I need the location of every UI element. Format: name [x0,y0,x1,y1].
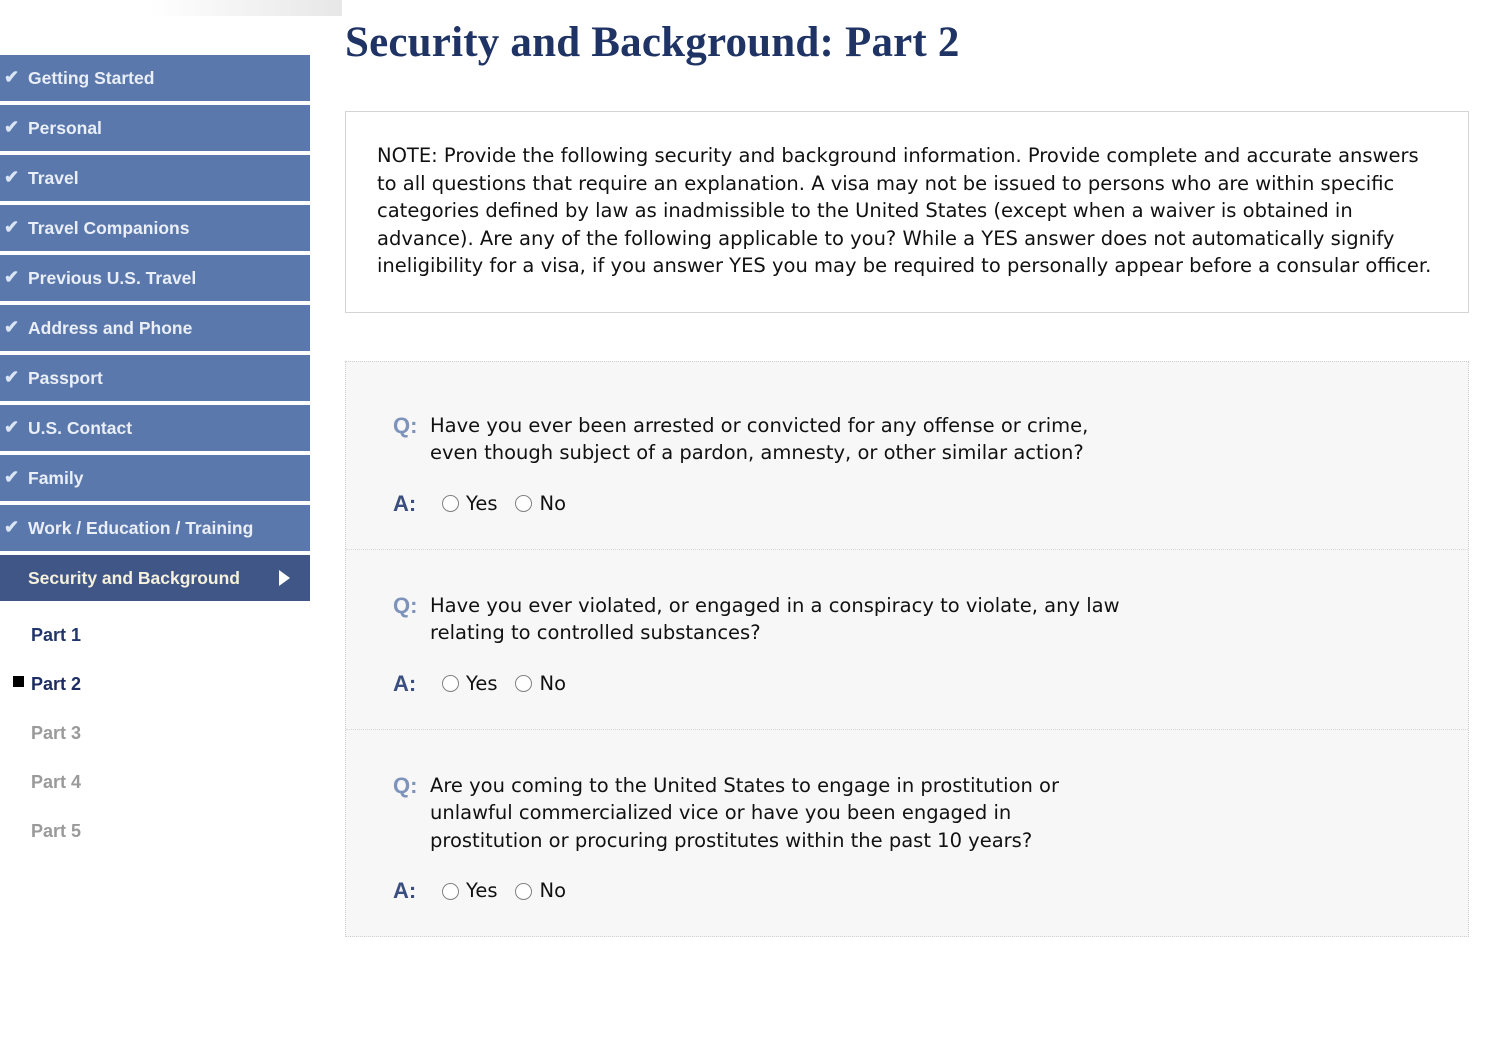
sidebar-subitem-label: Part 5 [31,821,82,841]
sidebar-subitem-part-3[interactable]: Part 3 [0,709,340,758]
question-row: Q: Are you coming to the United States t… [393,772,1438,855]
radio-circle-icon[interactable] [515,882,533,900]
radio-label-no: No [539,879,567,903]
check-icon: ✔ [4,167,20,187]
questions-panel: Q: Have you ever been arrested or convic… [345,360,1469,937]
sidebar-item-security-and-background[interactable]: Security and Background [0,555,310,601]
note-text: NOTE: Provide the following security and… [377,144,1432,277]
radio-group: Yes No [442,674,566,694]
radio-label-yes: Yes [466,491,498,515]
sidebar-item-passport[interactable]: ✔ Passport [0,355,310,401]
sidebar-subitem-label: Part 1 [31,625,82,645]
sidebar-subitem-part-1[interactable]: Part 1 [0,611,340,660]
current-page-marker-icon [13,676,24,687]
sidebar-subitem-label: Part 4 [31,772,82,792]
sidebar-item-label: Travel Companions [28,218,190,238]
question-row: Q: Have you ever been arrested or convic… [393,412,1438,467]
question-label: Q: [393,772,418,798]
sidebar-item-travel[interactable]: ✔ Travel [0,155,310,201]
sidebar-item-label: Getting Started [28,68,155,88]
question-block: Q: Have you ever been arrested or convic… [346,370,1468,549]
sidebar-item-label: Travel [28,168,79,188]
radio-group: Yes No [442,881,566,901]
sidebar-item-label: Address and Phone [28,318,193,338]
sidebar-item-label: Previous U.S. Travel [28,268,197,288]
sidebar-item-work-education-training[interactable]: ✔ Work / Education / Training [0,505,310,551]
answer-label: A: [393,670,417,696]
check-icon: ✔ [4,117,20,137]
question-text: Have you ever violated, or engaged in a … [430,593,1120,645]
sidebar-item-label: Security and Background [28,568,240,588]
question-label: Q: [393,592,418,618]
check-icon: ✔ [4,367,20,387]
note-box: NOTE: Provide the following security and… [345,111,1469,313]
sidebar-item-label: Passport [28,368,103,388]
page-title: Security and Background: Part 2 [345,19,960,66]
answer-label: A: [393,878,417,903]
question-text: Have you ever been arrested or convicted… [430,413,1089,465]
radio-label-yes: Yes [466,671,498,695]
check-icon: ✔ [4,417,20,437]
answer-label: A: [393,490,417,516]
sidebar-item-getting-started[interactable]: ✔ Getting Started [0,55,310,101]
radio-option-yes[interactable]: Yes [442,674,497,694]
main-content: Security and Background: Part 2 NOTE: Pr… [340,0,1508,937]
sidebar-nav: ✔ Getting Started ✔ Personal ✔ Travel ✔ … [0,0,340,856]
sidebar-subitem-part-5[interactable]: Part 5 [0,807,340,856]
radio-circle-icon[interactable] [515,495,533,512]
sidebar-item-label: U.S. Contact [28,418,133,438]
radio-option-no[interactable]: No [515,494,566,514]
check-icon: ✔ [4,317,20,337]
radio-label-yes: Yes [466,879,498,903]
sidebar-subitem-part-4[interactable]: Part 4 [0,758,340,807]
sidebar-item-label: Personal [28,118,102,138]
question-block: Q: Are you coming to the United States t… [346,728,1468,937]
radio-circle-icon[interactable] [442,882,459,900]
radio-option-no[interactable]: No [515,674,566,694]
question-text: Are you coming to the United States to e… [430,773,1059,852]
answer-row: A: Yes No [393,880,1438,902]
radio-label-no: No [539,671,567,695]
sidebar-item-label: Work / Education / Training [28,518,254,538]
check-icon: ✔ [4,517,20,537]
check-icon: ✔ [4,67,20,87]
check-icon: ✔ [4,267,20,287]
sidebar-item-label: Family [28,468,84,488]
answer-row: A: Yes No [393,670,1438,696]
radio-option-no[interactable]: No [515,881,566,901]
question-row: Q: Have you ever violated, or engaged in… [393,592,1438,647]
radio-option-yes[interactable]: Yes [442,494,497,514]
sidebar-subitem-label: Part 2 [31,674,82,694]
answer-row: A: Yes No [393,490,1438,516]
sidebar-item-previous-us-travel[interactable]: ✔ Previous U.S. Travel [0,255,310,301]
sidebar-item-us-contact[interactable]: ✔ U.S. Contact [0,405,310,451]
radio-circle-icon[interactable] [515,675,533,692]
question-block: Q: Have you ever violated, or engaged in… [346,548,1468,729]
page-root: ✔ Getting Started ✔ Personal ✔ Travel ✔ … [0,0,1508,1062]
sidebar-subitem-part-2[interactable]: Part 2 [0,660,340,709]
sidebar-subitem-label: Part 3 [31,723,82,743]
radio-circle-icon[interactable] [442,495,459,512]
question-label: Q: [393,412,418,438]
radio-circle-icon[interactable] [442,675,459,692]
radio-label-no: No [539,491,567,515]
check-icon: ✔ [4,217,20,237]
radio-option-yes[interactable]: Yes [442,881,497,901]
check-icon: ✔ [4,467,20,487]
sidebar-item-personal[interactable]: ✔ Personal [0,105,310,151]
sidebar-item-travel-companions[interactable]: ✔ Travel Companions [0,205,310,251]
radio-group: Yes No [442,494,566,514]
triangle-right-icon [279,570,290,586]
sidebar-subsection-parts: Part 1 Part 2 Part 3 Part 4 Part 5 [0,611,340,856]
sidebar-item-address-and-phone[interactable]: ✔ Address and Phone [0,305,310,351]
sidebar-item-family[interactable]: ✔ Family [0,455,310,501]
